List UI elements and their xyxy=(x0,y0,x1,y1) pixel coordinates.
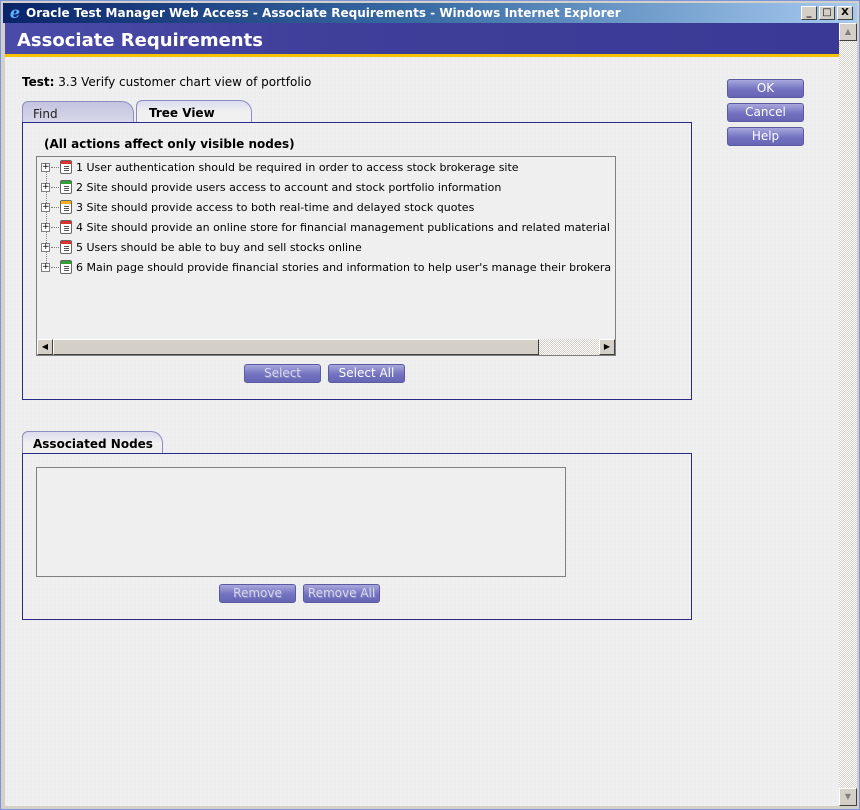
tree-node[interactable]: + 6 Main page should provide financial s… xyxy=(37,257,611,277)
maximize-button[interactable]: □ xyxy=(819,6,835,20)
page-title: Associate Requirements xyxy=(17,30,263,51)
requirement-icon xyxy=(60,160,72,174)
test-label: Test: xyxy=(22,75,55,89)
visible-nodes-note: (All actions affect only visible nodes) xyxy=(44,137,295,151)
requirement-icon xyxy=(60,180,72,194)
cancel-button[interactable]: Cancel xyxy=(727,103,804,122)
title-bar: e Oracle Test Manager Web Access - Assoc… xyxy=(3,3,857,23)
tree-connector xyxy=(51,166,59,168)
tree-node-label[interactable]: 2 Site should provide users access to ac… xyxy=(76,181,501,194)
tree-node-label[interactable]: 4 Site should provide an online store fo… xyxy=(76,221,610,234)
expand-icon[interactable]: + xyxy=(41,222,50,232)
tree-node[interactable]: + 4 Site should provide an online store … xyxy=(37,217,610,237)
select-all-button[interactable]: Select All xyxy=(328,364,405,383)
close-button[interactable]: X xyxy=(837,6,853,20)
expand-icon[interactable]: + xyxy=(41,262,50,272)
test-value: 3.3 Verify customer chart view of portfo… xyxy=(58,75,312,89)
tree-view-panel: (All actions affect only visible nodes) … xyxy=(22,122,692,400)
tree-connector xyxy=(51,266,59,268)
tab-find[interactable]: Find xyxy=(22,101,134,123)
scroll-down-arrow-icon[interactable]: ▼ xyxy=(839,788,857,806)
tab-tree-view[interactable]: Tree View xyxy=(136,100,252,123)
vertical-scrollbar[interactable]: ▲ ▼ xyxy=(839,23,857,806)
scroll-right-arrow-icon[interactable]: ▶ xyxy=(599,339,615,355)
minimize-button[interactable]: _ xyxy=(801,6,817,20)
tree-node-label[interactable]: 1 User authentication should be required… xyxy=(76,161,519,174)
requirements-tree[interactable]: + 1 User authentication should be requir… xyxy=(36,156,616,356)
scroll-left-arrow-icon[interactable]: ◀ xyxy=(37,339,53,355)
tree-node-label[interactable]: 5 Users should be able to buy and sell s… xyxy=(76,241,362,254)
associated-nodes-panel: Remove Remove All xyxy=(22,453,692,620)
tree-connector xyxy=(51,246,59,248)
scroll-up-arrow-icon[interactable]: ▲ xyxy=(839,23,857,41)
browser-window: e Oracle Test Manager Web Access - Assoc… xyxy=(0,0,860,810)
requirement-icon xyxy=(60,260,72,274)
tree-connector xyxy=(51,186,59,188)
test-info: Test: 3.3 Verify customer chart view of … xyxy=(22,75,311,89)
requirement-icon xyxy=(60,200,72,214)
page-content: Associate Requirements Test: 3.3 Verify … xyxy=(5,23,839,806)
expand-icon[interactable]: + xyxy=(41,202,50,212)
tree-node-label[interactable]: 3 Site should provide access to both rea… xyxy=(76,201,474,214)
tree-connector xyxy=(51,206,59,208)
expand-icon[interactable]: + xyxy=(41,182,50,192)
ok-button[interactable]: OK xyxy=(727,79,804,98)
internet-explorer-icon: e xyxy=(9,3,21,22)
tree-connector xyxy=(51,226,59,228)
tree-node[interactable]: + 2 Site should provide users access to … xyxy=(37,177,501,197)
header-banner: Associate Requirements xyxy=(5,23,839,57)
expand-icon[interactable]: + xyxy=(41,162,50,172)
horizontal-scrollbar[interactable]: ◀ ▶ xyxy=(37,339,615,355)
tree-node[interactable]: + 5 Users should be able to buy and sell… xyxy=(37,237,362,257)
scrollbar-thumb[interactable] xyxy=(53,339,539,355)
window-title: Oracle Test Manager Web Access - Associa… xyxy=(26,6,621,20)
tree-node[interactable]: + 1 User authentication should be requir… xyxy=(37,157,519,177)
remove-all-button[interactable]: Remove All xyxy=(303,584,380,603)
help-button[interactable]: Help xyxy=(727,127,804,146)
remove-button[interactable]: Remove xyxy=(219,584,296,603)
requirement-icon xyxy=(60,240,72,254)
tab-associated-nodes: Associated Nodes xyxy=(22,431,163,454)
requirement-icon xyxy=(60,220,72,234)
tree-node-label[interactable]: 6 Main page should provide financial sto… xyxy=(76,261,611,274)
expand-icon[interactable]: + xyxy=(41,242,50,252)
tree-node[interactable]: + 3 Site should provide access to both r… xyxy=(37,197,474,217)
associated-nodes-list[interactable] xyxy=(36,467,566,577)
select-button[interactable]: Select xyxy=(244,364,321,383)
